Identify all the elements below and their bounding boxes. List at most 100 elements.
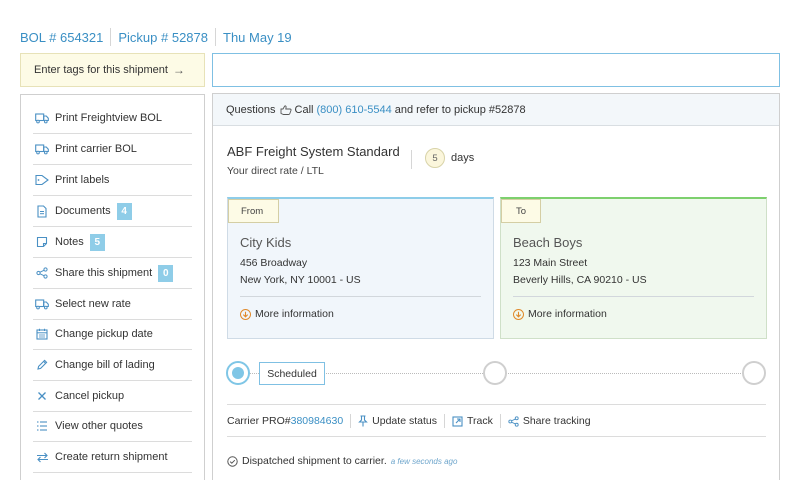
sidebar-item-print-freightview-bol[interactable]: Print Freightview BOL bbox=[33, 103, 192, 134]
destination-more-info-link[interactable]: More information bbox=[513, 308, 607, 320]
note-icon bbox=[35, 235, 49, 249]
sidebar-item-print-labels[interactable]: Print labels bbox=[33, 165, 192, 196]
carrier-name: ABF Freight System Standard bbox=[227, 144, 400, 159]
truck-icon bbox=[35, 111, 49, 125]
transit-days: 5 days bbox=[425, 148, 474, 168]
questions-label: Questions bbox=[226, 103, 276, 116]
pencil-icon bbox=[35, 358, 49, 372]
carrier-info: ABF Freight System Standard Your direct … bbox=[227, 144, 400, 177]
share-count-badge: 0 bbox=[158, 264, 174, 282]
call-label: Call bbox=[294, 103, 314, 116]
progress-step bbox=[742, 361, 766, 385]
sidebar-item-select-new-rate[interactable]: Select new rate bbox=[33, 289, 192, 320]
divider bbox=[499, 414, 501, 428]
origin-card: From City Kids 456 Broadway New York, NY… bbox=[227, 197, 494, 339]
origin-more-info-link[interactable]: More information bbox=[240, 308, 334, 320]
history-event-time: a few seconds ago bbox=[390, 456, 458, 466]
destination-name: Beach Boys bbox=[513, 235, 583, 250]
destination-address-line1: 123 Main Street bbox=[513, 257, 588, 269]
carrier-pro-number[interactable]: 380984630 bbox=[291, 415, 344, 427]
destination-address-line2: Beverly Hills, CA 90210 - US bbox=[513, 274, 647, 286]
hand-pointer-icon bbox=[280, 104, 292, 115]
divider bbox=[513, 296, 754, 297]
arrow-right-icon: → bbox=[172, 63, 185, 77]
sidebar-item-label: Notes bbox=[55, 236, 84, 248]
progress-step-scheduled bbox=[226, 361, 250, 385]
sidebar-item-label: Change pickup date bbox=[55, 328, 153, 340]
sidebar-item-label: Print Freightview BOL bbox=[55, 112, 162, 124]
share-tracking-button[interactable]: Share tracking bbox=[508, 415, 591, 427]
origin-name: City Kids bbox=[240, 235, 292, 250]
sidebar-item-share-shipment[interactable]: Share this shipment 0 bbox=[33, 258, 192, 289]
sidebar-item-change-bill-of-lading[interactable]: Change bill of lading bbox=[33, 350, 192, 381]
support-phone-link[interactable]: (800) 610-5544 bbox=[316, 104, 391, 116]
origin-address-line1: 456 Broadway bbox=[240, 257, 308, 269]
check-circle-icon bbox=[227, 455, 238, 467]
sidebar-item-label: Change bill of lading bbox=[55, 359, 155, 371]
divider bbox=[411, 150, 412, 169]
share-icon bbox=[35, 266, 49, 280]
update-status-label: Update status bbox=[372, 415, 437, 427]
divider bbox=[240, 296, 481, 297]
return-arrows-icon bbox=[35, 450, 49, 464]
sidebar-item-documents[interactable]: Documents 4 bbox=[33, 196, 192, 227]
track-button[interactable]: Track bbox=[452, 415, 493, 427]
divider bbox=[350, 414, 352, 428]
rate-type: Your direct rate / LTL bbox=[227, 165, 324, 177]
sidebar-item-label: Create return shipment bbox=[55, 451, 168, 463]
shipment-detail-panel: Questions Call (800) 610-5544 and refer … bbox=[212, 93, 780, 480]
tags-label: Enter tags for this shipment → bbox=[20, 53, 205, 87]
shipment-header: BOL # 654321 Pickup # 52878 Thu May 19 bbox=[20, 28, 292, 46]
share-icon bbox=[508, 415, 519, 427]
sidebar-item-label: Print carrier BOL bbox=[55, 143, 137, 155]
sidebar-item-label: View other quotes bbox=[55, 420, 143, 432]
tracking-actions: Carrier PRO# 380984630 Update status Tra… bbox=[227, 414, 591, 428]
pickup-date[interactable]: Thu May 19 bbox=[223, 30, 292, 45]
carrier-pro-label: Carrier PRO# bbox=[227, 415, 291, 427]
calendar-icon bbox=[35, 327, 49, 341]
transit-days-count: 5 bbox=[425, 148, 445, 168]
tag-icon bbox=[35, 173, 49, 187]
divider bbox=[227, 404, 766, 405]
history-event: Dispatched shipment to carrier. a few se… bbox=[227, 455, 457, 467]
sidebar-item-print-carrier-bol[interactable]: Print carrier BOL bbox=[33, 134, 192, 165]
tags-label-text: Enter tags for this shipment bbox=[34, 64, 168, 76]
questions-bar: Questions Call (800) 610-5544 and refer … bbox=[213, 94, 779, 126]
sidebar-item-label: Share this shipment bbox=[55, 267, 153, 279]
divider bbox=[227, 436, 766, 437]
track-label: Track bbox=[466, 415, 493, 427]
sidebar-item-view-other-quotes[interactable]: View other quotes bbox=[33, 411, 192, 442]
document-icon bbox=[35, 204, 49, 218]
destination-tag: To bbox=[501, 199, 541, 223]
sidebar-item-change-pickup-date[interactable]: Change pickup date bbox=[33, 319, 192, 350]
pickup-number[interactable]: Pickup # 52878 bbox=[118, 30, 208, 45]
more-info-label: More information bbox=[528, 308, 607, 320]
actions-sidebar: Print Freightview BOL Print carrier BOL … bbox=[20, 94, 205, 480]
origin-address-line2: New York, NY 10001 - US bbox=[240, 274, 361, 286]
divider bbox=[110, 28, 112, 46]
sidebar-item-notes[interactable]: Notes 5 bbox=[33, 227, 192, 258]
update-status-button[interactable]: Update status bbox=[358, 415, 437, 427]
truck-icon bbox=[35, 142, 49, 156]
sidebar-item-cancel-pickup[interactable]: Cancel pickup bbox=[33, 381, 192, 412]
info-down-icon bbox=[513, 308, 524, 320]
sidebar-item-label: Select new rate bbox=[55, 298, 131, 310]
more-info-label: More information bbox=[255, 308, 334, 320]
bol-number[interactable]: BOL # 654321 bbox=[20, 30, 103, 45]
external-link-icon bbox=[452, 415, 463, 427]
origin-tag: From bbox=[228, 199, 279, 223]
progress-step bbox=[483, 361, 507, 385]
sidebar-item-create-return-shipment[interactable]: Create return shipment bbox=[33, 442, 192, 473]
destination-card: To Beach Boys 123 Main Street Beverly Hi… bbox=[500, 197, 767, 339]
notes-count-badge: 5 bbox=[89, 233, 105, 251]
list-icon bbox=[35, 419, 49, 433]
divider bbox=[215, 28, 216, 46]
sidebar-item-label: Print labels bbox=[55, 174, 110, 186]
tags-input[interactable] bbox=[212, 53, 780, 87]
documents-count-badge: 4 bbox=[116, 202, 132, 220]
questions-suffix: and refer to pickup #52878 bbox=[394, 103, 526, 116]
progress-step-label: Scheduled bbox=[259, 362, 325, 385]
history-event-text: Dispatched shipment to carrier. bbox=[242, 455, 387, 467]
pin-icon bbox=[358, 415, 368, 427]
close-icon bbox=[35, 389, 49, 403]
